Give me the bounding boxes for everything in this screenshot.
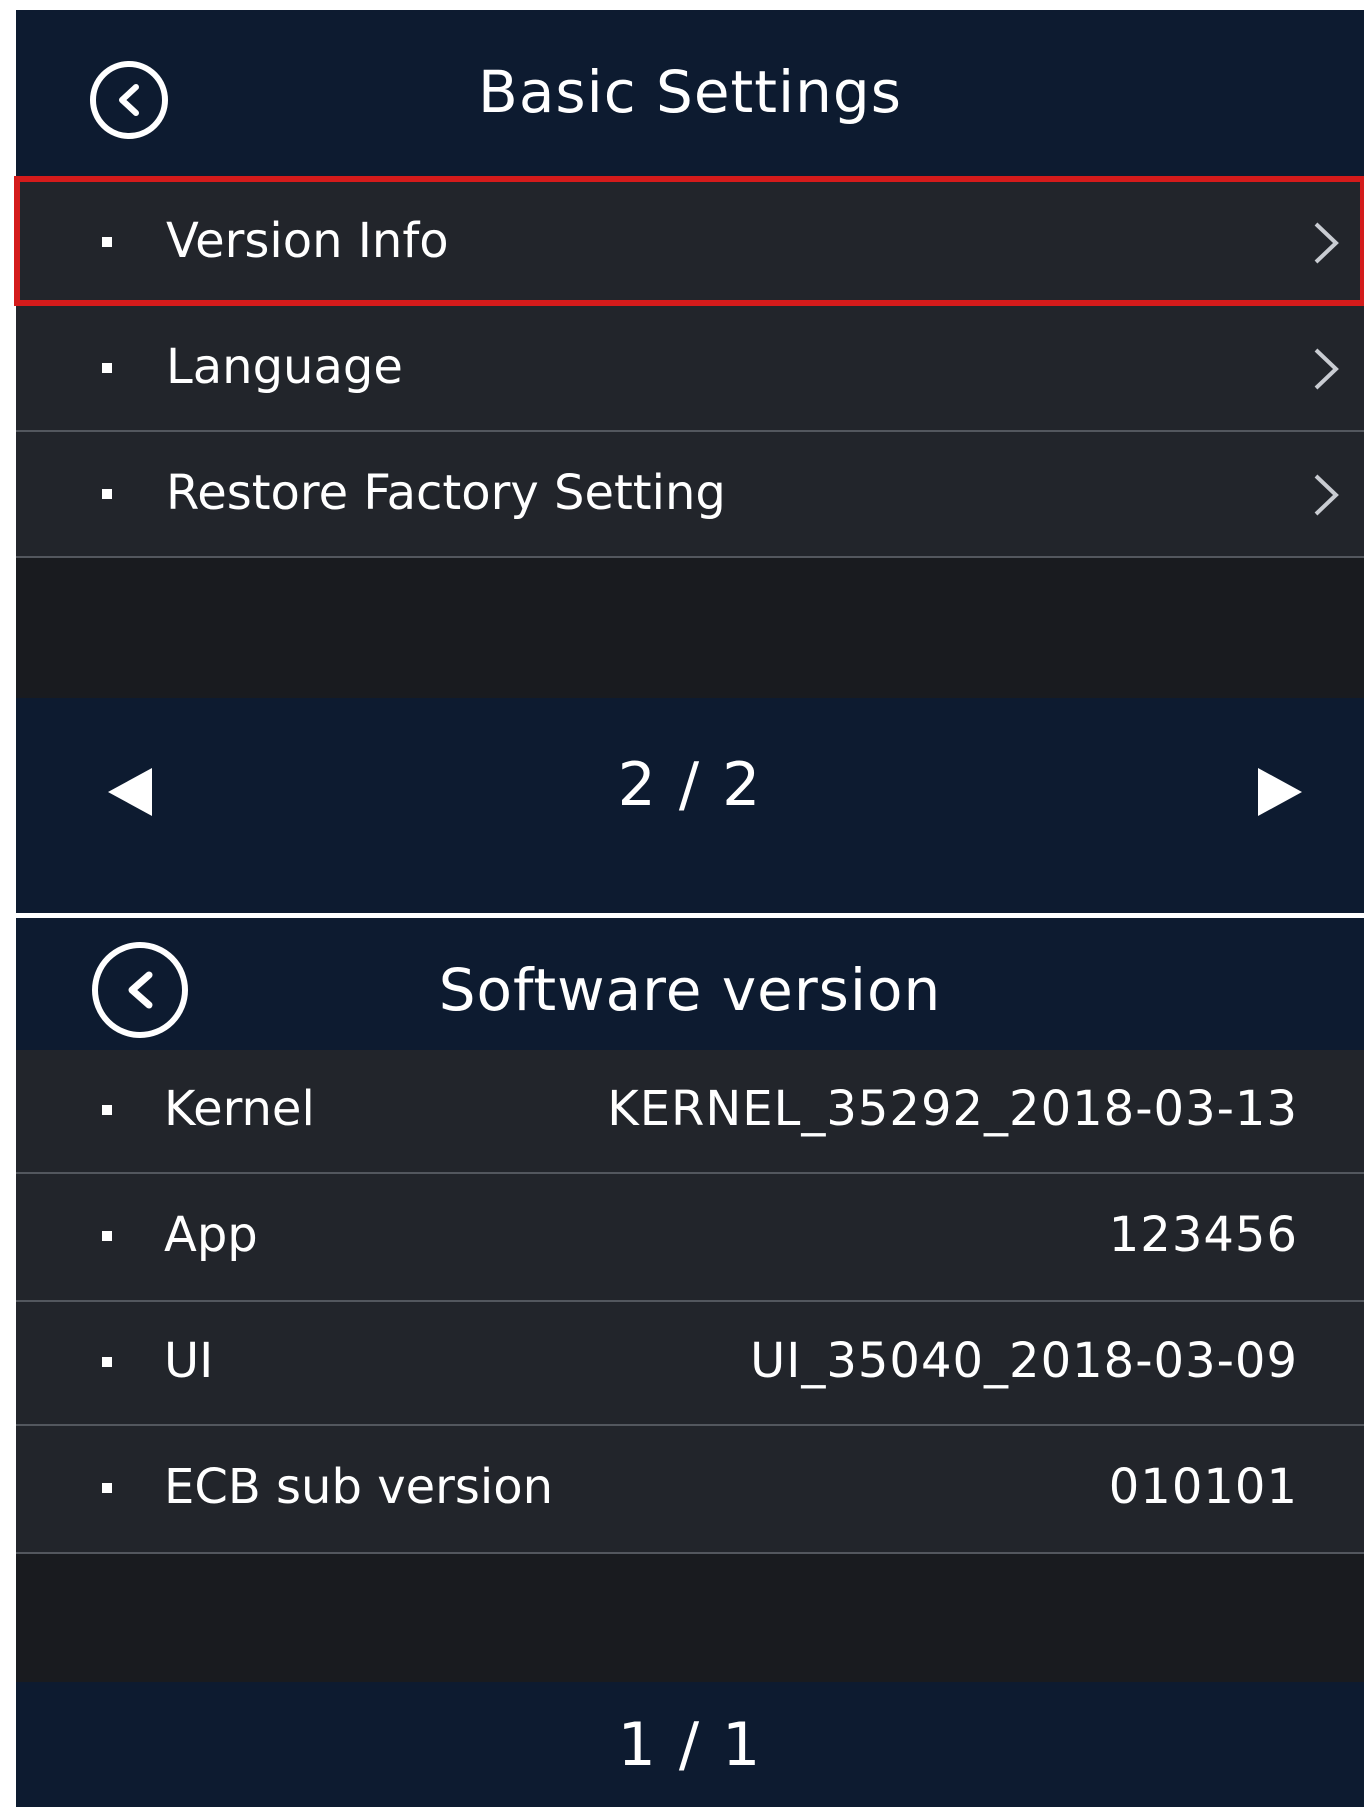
page-indicator: 1 / 1 — [617, 1710, 763, 1780]
bullet-icon — [102, 1483, 112, 1493]
info-label: UI — [164, 1333, 214, 1389]
menu-item-language[interactable]: Language — [16, 306, 1364, 432]
chevron-right-icon — [1314, 222, 1339, 264]
info-label: ECB sub version — [164, 1459, 553, 1515]
chevron-right-icon — [1314, 348, 1339, 390]
menu-item-label: Language — [166, 339, 403, 395]
bullet-icon — [102, 237, 112, 247]
chevron-right-icon — [1314, 474, 1339, 516]
pagination-bar: 1 / 1 — [16, 1682, 1364, 1807]
page-indicator: 2 / 2 — [617, 750, 763, 820]
page-title: Software version — [438, 956, 942, 1024]
info-value: 010101 — [1108, 1459, 1298, 1515]
info-label: Kernel — [164, 1081, 315, 1137]
info-row-ecb-sub-version: ECB sub version 010101 — [16, 1426, 1364, 1554]
menu-item-version-info[interactable]: Version Info — [14, 176, 1364, 306]
info-row-ui: UI UI_35040_2018-03-09 — [16, 1302, 1364, 1426]
info-value: 123456 — [1108, 1207, 1298, 1263]
bullet-icon — [102, 1231, 112, 1241]
menu-item-restore-factory-setting[interactable]: Restore Factory Setting — [16, 432, 1364, 558]
software-version-screen: Software version Kernel KERNEL_35292_201… — [16, 918, 1364, 1807]
pagination-bar: 2 / 2 — [16, 698, 1364, 913]
info-value: KERNEL_35292_2018-03-13 — [607, 1081, 1298, 1137]
empty-list-area — [16, 1554, 1364, 1682]
triangle-right-icon[interactable] — [1256, 766, 1304, 818]
basic-settings-header: Basic Settings — [16, 10, 1364, 180]
page-title: Basic Settings — [478, 58, 902, 126]
info-label: App — [164, 1207, 258, 1263]
bullet-icon — [102, 489, 112, 499]
bullet-icon — [102, 363, 112, 373]
menu-item-label: Version Info — [166, 213, 449, 269]
info-row-kernel: Kernel KERNEL_35292_2018-03-13 — [16, 1050, 1364, 1174]
menu-item-label: Restore Factory Setting — [166, 465, 726, 521]
basic-settings-screen: Basic Settings Version Info Language Res… — [14, 10, 1364, 913]
bullet-icon — [102, 1357, 112, 1367]
info-row-app: App 123456 — [16, 1174, 1364, 1302]
software-version-header: Software version — [16, 918, 1364, 1050]
bullet-icon — [102, 1105, 112, 1115]
info-value: UI_35040_2018-03-09 — [750, 1333, 1298, 1389]
empty-list-area — [16, 558, 1364, 698]
